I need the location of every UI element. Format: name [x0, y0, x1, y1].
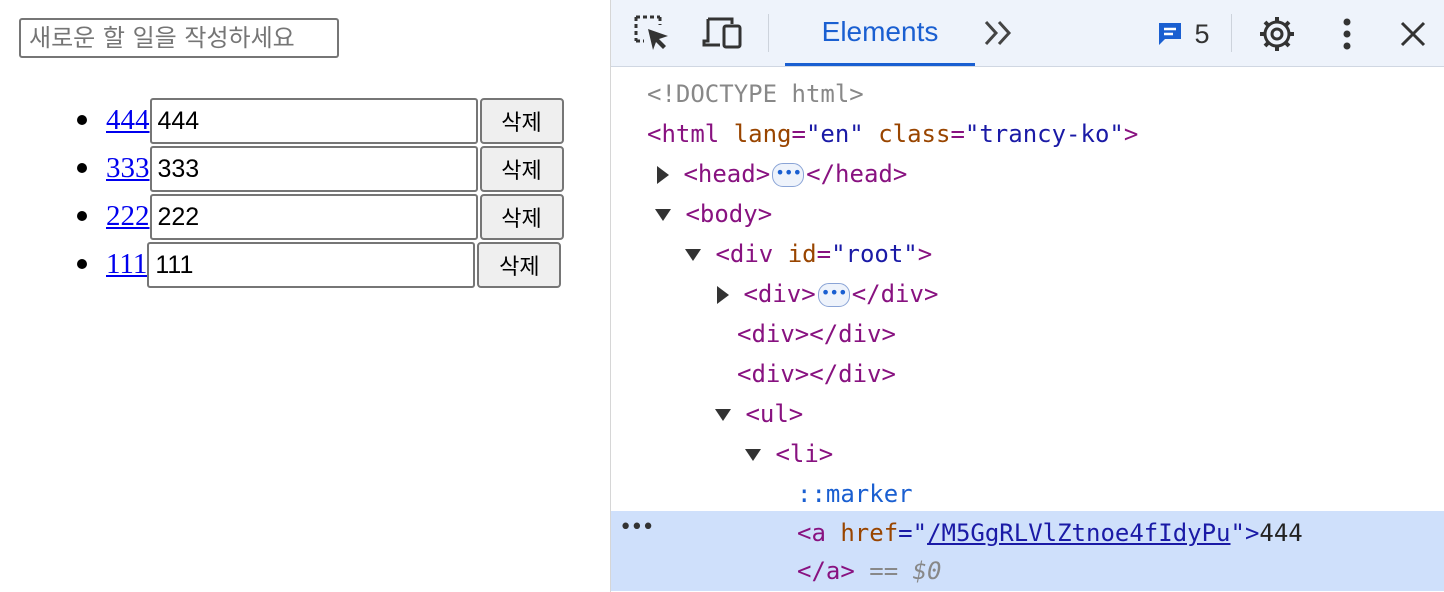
list-bullet [77, 115, 87, 125]
list-bullet [77, 259, 87, 269]
dom-node-body[interactable]: <body> [655, 194, 772, 234]
page-viewport: 444 삭제 333 삭제 222 삭제 111 삭제 [0, 0, 610, 592]
todo-edit-input[interactable] [149, 194, 478, 240]
dom-node-div-empty[interactable]: <div></div> [737, 354, 896, 394]
todo-edit-input[interactable] [149, 98, 478, 144]
message-icon [1159, 23, 1182, 45]
kebab-menu-icon[interactable] [1333, 14, 1361, 54]
collapse-triangle-icon[interactable] [715, 409, 731, 421]
list-item: 111 삭제 [0, 242, 564, 290]
dom-node-head[interactable]: <head> ••• </head> [657, 154, 907, 194]
dom-node-doctype[interactable]: <!DOCTYPE html> [647, 74, 864, 114]
toolbar-separator [768, 14, 769, 52]
list-bullet [77, 163, 87, 173]
todo-link[interactable]: 333 [106, 146, 150, 192]
collapse-triangle-icon[interactable] [685, 249, 701, 261]
list-item: 444 삭제 [0, 98, 564, 146]
expand-triangle-icon[interactable] [717, 286, 729, 304]
toolbar-separator [1231, 14, 1232, 52]
todo-link[interactable]: 444 [106, 98, 150, 144]
collapsed-ellipsis-icon[interactable]: ••• [817, 283, 850, 307]
dom-node-html[interactable]: <html lang="en" class="trancy-ko"> [647, 114, 1138, 154]
dom-node-a-close[interactable]: </a> == $0 [797, 551, 942, 591]
devtools-panel: Elements 5 ••• <!DOCTYPE html> <html lan… [610, 0, 1444, 592]
collapsed-ellipsis-icon[interactable]: ••• [772, 163, 805, 187]
dom-node-a-selected[interactable]: <a href="/M5GgRLVlZtnoe4fIdyPu">444 [797, 513, 1303, 553]
dom-node-li[interactable]: <li> [745, 434, 833, 474]
devtools-toolbar: Elements 5 [611, 0, 1444, 67]
expand-triangle-icon[interactable] [657, 166, 669, 184]
todo-link[interactable]: 222 [106, 194, 150, 240]
collapse-triangle-icon[interactable] [655, 209, 671, 221]
dom-node-div-root[interactable]: <div id="root"> [685, 234, 932, 274]
todo-edit-input[interactable] [147, 242, 476, 288]
delete-button[interactable]: 삭제 [479, 194, 564, 240]
dom-tree: ••• <!DOCTYPE html> <html lang="en" clas… [611, 67, 1444, 592]
issues-count: 5 [1194, 18, 1210, 49]
inspect-element-icon[interactable] [631, 13, 673, 53]
device-toolbar-icon[interactable] [701, 13, 745, 53]
delete-button[interactable]: 삭제 [477, 242, 562, 288]
list-item: 222 삭제 [0, 194, 564, 242]
todo-list: 444 삭제 333 삭제 222 삭제 111 삭제 [0, 98, 564, 290]
double-chevron-right-icon[interactable] [981, 16, 1017, 50]
collapse-triangle-icon[interactable] [745, 449, 761, 461]
dom-node-div-empty[interactable]: <div></div> [737, 314, 896, 354]
dom-node-ul[interactable]: <ul> [715, 394, 803, 434]
delete-button[interactable]: 삭제 [479, 146, 564, 192]
dom-node-marker[interactable]: ::marker [797, 474, 913, 514]
list-item: 333 삭제 [0, 146, 564, 194]
node-actions-icon[interactable]: ••• [619, 515, 655, 540]
todo-edit-input[interactable] [149, 146, 478, 192]
dom-node-div[interactable]: <div> ••• </div> [717, 274, 938, 314]
delete-button[interactable]: 삭제 [479, 98, 564, 144]
href-link[interactable]: /M5GgRLVlZtnoe4fIdyPu [927, 519, 1230, 547]
issues-button[interactable]: 5 [1143, 16, 1223, 52]
list-bullet [77, 211, 87, 221]
tab-elements[interactable]: Elements [785, 0, 975, 66]
gear-icon[interactable] [1256, 13, 1298, 55]
todo-link[interactable]: 111 [106, 242, 147, 288]
close-icon[interactable] [1395, 16, 1431, 52]
selected-node-marker: == $0 [869, 557, 942, 585]
new-todo-input[interactable] [19, 18, 339, 58]
